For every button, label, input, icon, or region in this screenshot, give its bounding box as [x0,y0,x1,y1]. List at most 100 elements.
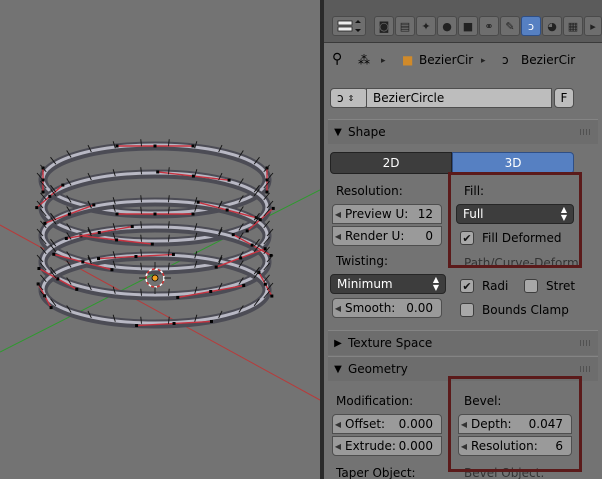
extrude-field[interactable]: ◀ Extrude: 0.000 [332,436,442,456]
preview-u-field[interactable]: ◀ Preview U: 12 [332,204,442,224]
bezier-control-point[interactable] [97,231,101,235]
bezier-control-point[interactable] [172,322,176,326]
twisting-dropdown[interactable]: Minimum ▲ ▼ [330,274,446,294]
bezier-control-point[interactable] [92,203,96,207]
bezier-control-point[interactable] [110,268,114,272]
bezier-control-point[interactable] [56,277,60,281]
panel-grip-icon[interactable] [580,366,592,372]
bezier-control-point[interactable] [176,295,180,299]
bezier-control-point[interactable] [227,178,231,182]
bezier-control-point[interactable] [196,200,200,204]
bezier-control-point[interactable] [242,284,246,288]
bezier-control-point[interactable] [171,252,175,256]
decrement-arrow-icon[interactable]: ◀ [459,420,469,429]
curve-browse-button[interactable]: ↄ ⇕ [330,88,368,108]
bezier-control-point[interactable] [245,229,249,233]
mode-2d-button[interactable]: 2D [330,152,452,174]
bezier-control-point[interactable] [48,194,52,198]
bezier-control-point[interactable] [263,282,267,286]
bezier-control-point[interactable] [130,225,134,229]
modifiers-tab[interactable]: ✎ [500,16,520,36]
bezier-control-point[interactable] [81,260,85,264]
pin-icon[interactable]: ⚲ [332,51,342,67]
bezier-control-point[interactable] [153,212,157,216]
viewport-scene[interactable] [0,0,320,479]
world-tab[interactable]: ● [437,16,457,36]
bezier-control-point[interactable] [263,247,267,251]
decrement-arrow-icon[interactable]: ◀ [333,210,343,219]
bezier-control-point[interactable] [270,294,274,298]
decrement-arrow-icon[interactable]: ◀ [333,442,343,451]
panel-grip-icon[interactable] [580,340,592,346]
bezier-control-point[interactable] [115,212,119,216]
constraints-tab[interactable]: ⚭ [479,16,499,36]
panel-grip-icon[interactable] [580,129,592,135]
bezier-control-point[interactable] [231,233,235,237]
bezier-control-point[interactable] [214,265,218,269]
bezier-control-point[interactable] [153,144,157,148]
breadcrumb-object-name[interactable]: BezierCir [419,53,473,67]
bezier-control-point[interactable] [64,236,68,240]
decrement-arrow-icon[interactable]: ◀ [333,420,343,429]
bezier-control-point[interactable] [115,144,119,148]
bezier-control-point[interactable] [115,238,119,242]
render-u-field[interactable]: ◀ Render U: 0 [332,226,442,246]
cube-icon: ■ [402,53,414,67]
fill-mode-dropdown[interactable]: Full ▲ ▼ [456,204,574,224]
fill-deformed-checkbox[interactable]: ✔ [460,231,474,245]
curve-data-icon: ↄ [527,19,535,33]
bezier-control-point[interactable] [135,324,139,328]
render-tab[interactable]: ◙ [374,16,394,36]
bezier-control-point[interactable] [49,306,53,310]
bevel-depth-field[interactable]: ◀ Depth: 0.047 [458,414,572,434]
bezier-control-point[interactable] [250,243,254,247]
bezier-control-point[interactable] [134,254,138,258]
bezier-control-point[interactable] [156,170,160,174]
fake-user-button[interactable]: F [554,88,574,108]
texture-space-panel-header[interactable]: ▶ Texture Space [328,330,598,355]
radius-checkbox[interactable]: ✔ [460,279,474,293]
render-layers-tab[interactable]: ▤ [395,16,415,36]
taper-object-label: Taper Object: [336,466,416,479]
editor-type-button[interactable] [332,16,366,36]
curve-name-field[interactable]: BezierCircle [366,88,552,108]
decrement-arrow-icon[interactable]: ◀ [459,442,469,451]
decrement-arrow-icon[interactable]: ◀ [333,304,343,313]
bezier-control-point[interactable] [75,287,79,291]
mode-3d-button[interactable]: 3D [452,152,574,174]
bezier-control-point[interactable] [265,190,269,194]
object-tab[interactable]: ■ [458,16,478,36]
offset-field[interactable]: ◀ Offset: 0.000 [332,414,442,434]
fill-deformed-label: Fill Deformed [482,231,562,245]
bezier-control-point[interactable] [209,319,213,323]
bezier-control-point[interactable] [41,190,45,194]
bezier-control-point[interactable] [52,252,56,256]
3d-viewport[interactable] [0,0,320,479]
bezier-control-point[interactable] [271,206,275,210]
bezier-control-point[interactable] [61,183,65,187]
bezier-control-point[interactable] [37,267,41,271]
bezier-control-point[interactable] [258,218,262,222]
more-tabs-button[interactable]: ▸ [584,16,602,36]
shape-panel-header[interactable]: ▼ Shape [328,119,598,144]
geometry-panel-header[interactable]: ▼ Geometry [328,356,598,381]
bounds-clamp-checkbox[interactable] [460,303,474,317]
bezier-control-point[interactable] [225,208,229,212]
bezier-control-point[interactable] [191,212,195,216]
resolution-label: Resolution: [336,184,403,198]
material-tab[interactable]: ◕ [542,16,562,36]
smooth-field[interactable]: ◀ Smooth: 0.00 [332,298,442,318]
bezier-control-point[interactable] [97,257,101,261]
texture-tab[interactable]: ▦ [563,16,583,36]
bevel-resolution-field[interactable]: ◀ Resolution: 6 [458,436,572,456]
decrement-arrow-icon[interactable]: ◀ [333,232,343,241]
bezier-control-point[interactable] [191,144,195,148]
data-tab[interactable]: ↄ [521,16,541,36]
bezier-control-point[interactable] [150,242,154,246]
stretch-checkbox[interactable] [524,279,538,293]
breadcrumb-curve-name[interactable]: BezierCir [521,53,575,67]
bezier-control-point[interactable] [35,206,39,210]
expanded-triangle-icon: ▼ [334,126,342,138]
scene-tab[interactable]: ✦ [416,16,436,36]
bezier-control-point[interactable] [209,289,213,293]
